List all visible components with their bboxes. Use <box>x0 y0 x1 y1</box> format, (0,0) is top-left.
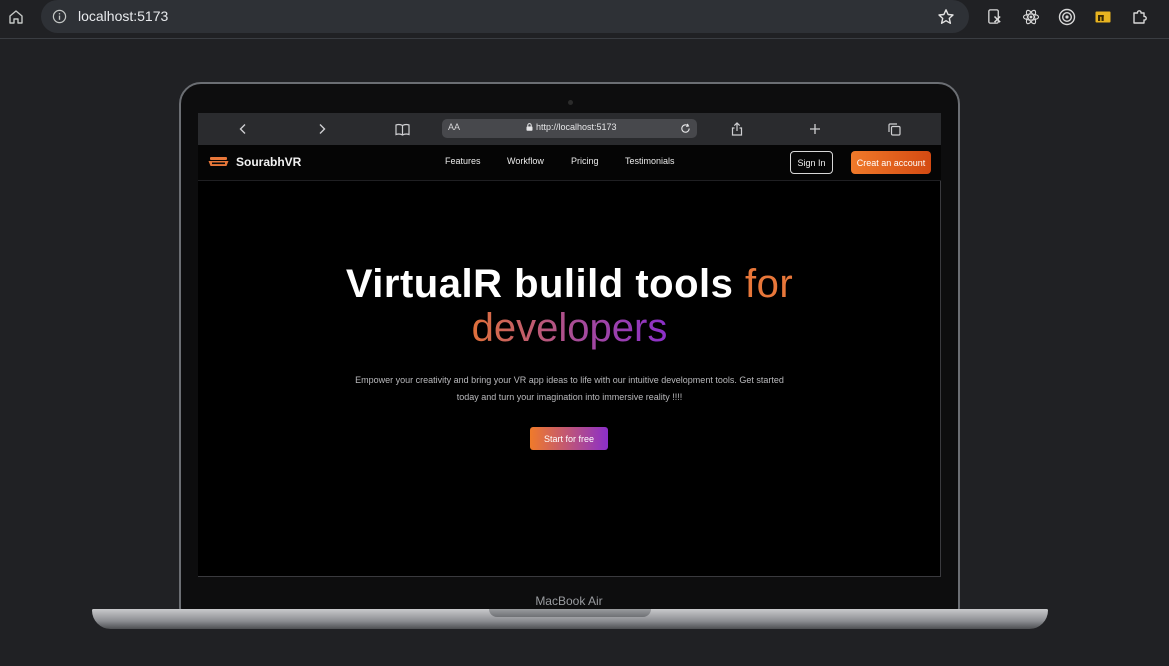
home-icon[interactable] <box>6 7 26 27</box>
sign-in-button[interactable]: Sign In <box>790 151 833 174</box>
puzzle-icon[interactable] <box>1130 7 1149 26</box>
hero-title-main: VirtualR bulild tools <box>345 262 745 306</box>
hero-title-line2: developers <box>198 307 941 349</box>
camera-dot <box>568 100 573 105</box>
screen-bottom-edge <box>198 576 941 577</box>
record-icon[interactable] <box>1057 7 1076 26</box>
hero-title-for: for <box>744 262 794 306</box>
laptop-notch <box>489 609 651 617</box>
nav-features[interactable]: Features <box>445 156 481 166</box>
share-icon[interactable] <box>729 121 745 137</box>
safari-toolbar: AA http://localhost:5173 <box>198 113 941 145</box>
hero-description-line2: today and turn your imagination into imm… <box>456 392 683 402</box>
lock-icon <box>526 123 533 131</box>
safari-address-bar[interactable]: AA http://localhost:5173 <box>442 119 697 138</box>
brand[interactable]: SourabhVR <box>208 154 301 169</box>
laptop-screen: AA http://localhost:5173 SourabhVR Featu… <box>198 113 941 577</box>
back-icon[interactable] <box>235 121 251 137</box>
site-navbar: SourabhVR Features Workflow Pricing Test… <box>198 145 941 181</box>
nav-testimonials[interactable]: Testimonials <box>625 156 675 166</box>
start-for-free-button[interactable]: Start for free <box>530 427 608 450</box>
hero-description-line1: Empower your creativity and bring your V… <box>355 375 784 385</box>
toolbar-divider <box>0 38 1169 39</box>
nav-workflow[interactable]: Workflow <box>507 156 544 166</box>
address-url[interactable]: localhost:5173 <box>78 8 168 25</box>
react-icon[interactable] <box>1021 7 1040 26</box>
forward-icon[interactable] <box>314 121 330 137</box>
reload-icon[interactable] <box>678 121 692 135</box>
info-icon[interactable] <box>51 8 68 25</box>
screen-edge <box>940 181 941 577</box>
reader-aa-button[interactable]: AA <box>448 122 460 132</box>
safari-url[interactable]: http://localhost:5173 <box>536 122 617 132</box>
book-icon[interactable] <box>394 121 410 137</box>
logo-icon <box>208 157 229 166</box>
browser-toolbar: localhost:5173 <box>0 0 1169 36</box>
nav-pricing[interactable]: Pricing <box>571 156 599 166</box>
create-account-button[interactable]: Creat an account <box>851 151 931 174</box>
address-bar[interactable]: localhost:5173 <box>41 0 969 33</box>
hero-title: VirtualR bulild tools for <box>198 263 941 305</box>
hero-title-developers: developers <box>471 306 668 350</box>
tabs-icon[interactable] <box>886 121 902 137</box>
folder-extension-icon[interactable] <box>1093 7 1112 26</box>
extension-x-icon[interactable] <box>985 7 1004 26</box>
star-icon[interactable] <box>936 7 955 26</box>
hero-description: Empower your creativity and bring your V… <box>308 372 831 406</box>
laptop-model-label: MacBook Air <box>535 594 603 608</box>
plus-icon[interactable] <box>807 121 823 137</box>
brand-name: SourabhVR <box>236 154 302 169</box>
